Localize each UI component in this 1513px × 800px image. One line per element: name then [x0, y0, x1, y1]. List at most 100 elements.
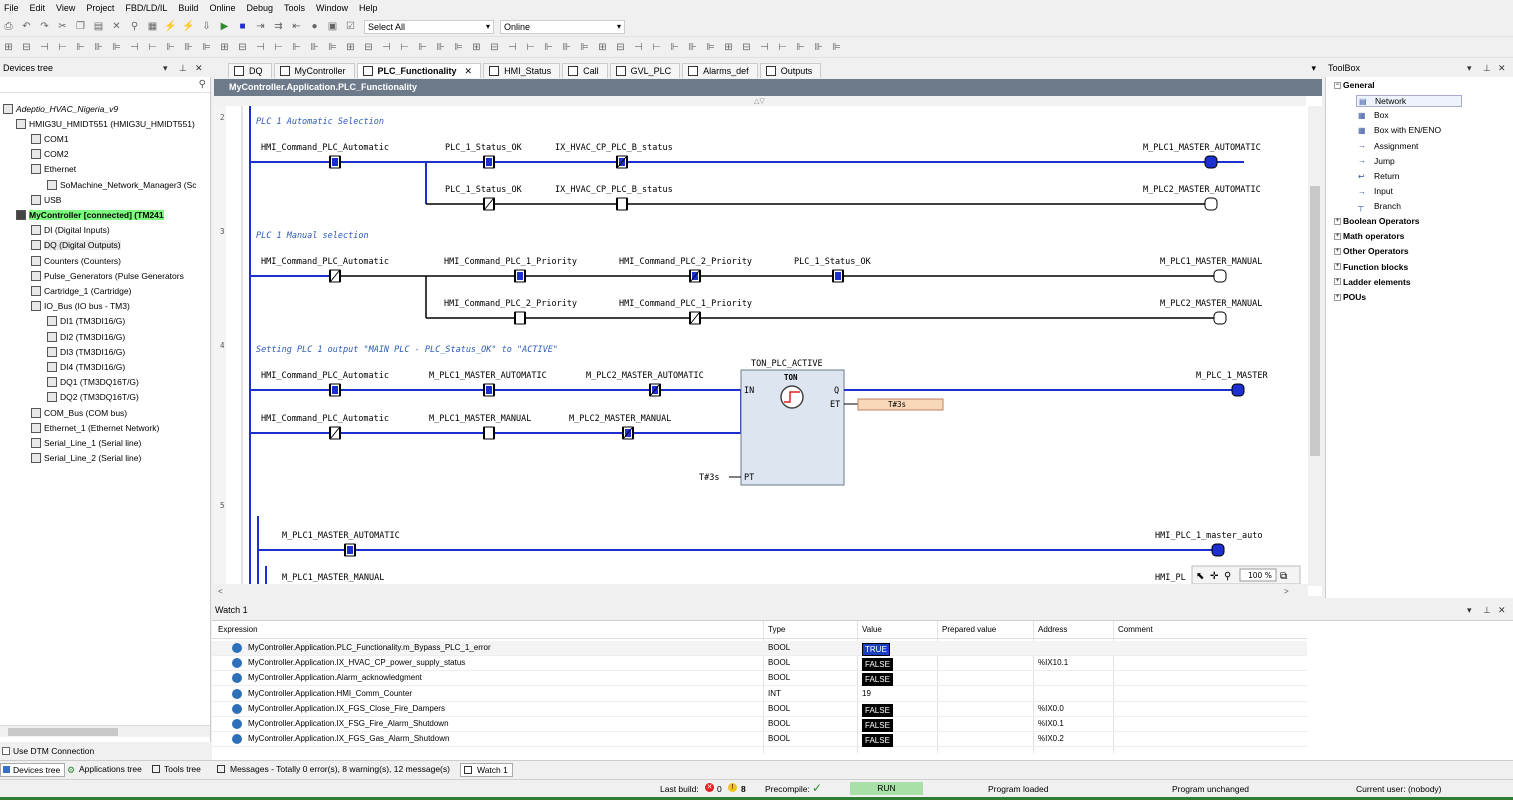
ladder-tool-icon[interactable]: ⊞: [218, 41, 231, 54]
ladder-tool-icon[interactable]: ⊢: [650, 41, 663, 54]
paste-icon[interactable]: ▤: [92, 20, 105, 33]
ladder-tool-icon[interactable]: ⊣: [632, 41, 645, 54]
timer-type[interactable]: TON: [784, 373, 798, 382]
watch-row[interactable]: MyController.Application.IX_FGS_Gas_Alar…: [212, 732, 1307, 748]
ladder-tool-icon[interactable]: ⊞: [722, 41, 735, 54]
login-icon[interactable]: ⚡: [164, 20, 177, 33]
ladder-tool-icon[interactable]: ⊫: [452, 41, 465, 54]
tab-devices-tree[interactable]: Devices tree: [0, 763, 66, 777]
tab-watch1[interactable]: Watch 1: [460, 763, 513, 777]
ladder-tool-icon[interactable]: ⊞: [2, 41, 15, 54]
ladder-tool-icon[interactable]: ⊢: [398, 41, 411, 54]
ladder-tool-icon[interactable]: ⊪: [812, 41, 825, 54]
tree-item[interactable]: DI3 (TM3DI16/G): [47, 344, 125, 359]
watch-row[interactable]: MyController.Application.PLC_Functionali…: [212, 641, 1307, 656]
ladder-tool-icon[interactable]: ⊩: [542, 41, 555, 54]
ladder-tool-icon[interactable]: ⊩: [74, 41, 87, 54]
close-tab-icon[interactable]: ✕: [465, 66, 473, 77]
watch-row[interactable]: MyController.Application.Alarm_acknowled…: [212, 671, 1307, 687]
tab-alarms_def[interactable]: Alarms_def: [682, 63, 758, 78]
tab-plc_functionality[interactable]: PLC_Functionality ✕: [356, 63, 482, 78]
coil-m-plc1-master-manual[interactable]: [1213, 269, 1227, 283]
watch-column-header[interactable]: Comment: [1118, 625, 1153, 634]
tree-item[interactable]: Cartridge_1 (Cartridge): [31, 283, 131, 298]
watch-row[interactable]: MyController.Application.IX_FSG_Fire_Ala…: [212, 717, 1307, 732]
ladder-tool-icon[interactable]: ⊟: [740, 41, 753, 54]
menu-debug[interactable]: Debug: [246, 3, 273, 13]
ladder-tool-icon[interactable]: ⊣: [38, 41, 51, 54]
ladder-tool-icon[interactable]: ⊫: [200, 41, 213, 54]
ladder-tool-icon[interactable]: ⊪: [560, 41, 573, 54]
contact-plc1-ok-state[interactable]: [835, 272, 841, 280]
logout-icon[interactable]: ⚡: [182, 20, 195, 33]
tree-item[interactable]: DI1 (TM3DI16/G): [47, 314, 125, 329]
tree-item[interactable]: Pulse_Generators (Pulse Generators: [31, 268, 184, 283]
step-out-icon[interactable]: ⇤: [290, 20, 303, 33]
tree-item[interactable]: DI2 (TM3DI16/G): [47, 329, 125, 344]
ladder-tool-icon[interactable]: ⊪: [92, 41, 105, 54]
coil-m-plc2-master-manual[interactable]: [1213, 311, 1227, 325]
watch-column-header[interactable]: Address: [1038, 625, 1067, 634]
tab-dq[interactable]: DQ: [228, 63, 272, 78]
tab-tools-tree[interactable]: Tools tree: [150, 763, 205, 777]
ladder-tool-icon[interactable]: ⊪: [434, 41, 447, 54]
start-icon[interactable]: ▶: [218, 20, 231, 33]
expand-icon[interactable]: +: [1334, 217, 1341, 225]
online-dropdown[interactable]: Online: [500, 19, 625, 34]
ladder-tool-icon[interactable]: ⊟: [362, 41, 375, 54]
menu-build[interactable]: Build: [178, 3, 198, 13]
pin-icon[interactable]: ⊥: [1483, 605, 1491, 616]
contact-plc2-priority-body[interactable]: [514, 311, 526, 325]
ladder-tool-icon[interactable]: ⊢: [776, 41, 789, 54]
menu-view[interactable]: View: [56, 3, 75, 13]
tree-item[interactable]: DQ2 (TM3DQ16T/G): [47, 390, 139, 405]
ladder-tool-icon[interactable]: ⊣: [128, 41, 141, 54]
contact-m-plc1-master-auto-state[interactable]: [486, 386, 492, 394]
ladder-tool-icon[interactable]: ⊟: [488, 41, 501, 54]
watch-row[interactable]: MyController.Application.IX_HVAC_CP_powe…: [212, 656, 1307, 672]
cut-icon[interactable]: ✂: [56, 20, 69, 33]
menu-file[interactable]: File: [4, 3, 19, 13]
tab-gvl_plc[interactable]: GVL_PLC: [609, 63, 681, 78]
menu-online[interactable]: Online: [209, 3, 235, 13]
toolbox-item-assignment[interactable]: → Assignment: [1358, 141, 1418, 151]
toolbox-item-jump[interactable]: → Jump: [1358, 156, 1395, 166]
toolbox-general[interactable]: − General: [1334, 80, 1375, 90]
tree-item[interactable]: IO_Bus (IO bus - TM3): [31, 299, 130, 314]
use-dtm-checkbox[interactable]: [2, 746, 10, 755]
contact-plc1-ok-state[interactable]: [486, 158, 492, 166]
tree-item[interactable]: SoMachine_Network_Manager3 (Sc: [47, 177, 197, 192]
toolbox-item-input[interactable]: → Input: [1358, 186, 1393, 196]
menu-window[interactable]: Window: [316, 3, 348, 13]
ladder-tool-icon[interactable]: ⊞: [596, 41, 609, 54]
ladder-tool-icon[interactable]: ⊩: [290, 41, 303, 54]
tree-item[interactable]: COM1: [31, 131, 69, 146]
expand-icon[interactable]: +: [1334, 263, 1341, 271]
ladder-tool-icon[interactable]: ⊪: [308, 41, 321, 54]
tree-item[interactable]: DQ (Digital Outputs): [31, 238, 121, 253]
tree-item[interactable]: Adeptio_HVAC_Nigeria_v9: [3, 101, 118, 116]
toolbox-item-box[interactable]: ▦ Box: [1358, 110, 1389, 120]
tabs-dropdown-icon[interactable]: ▾: [1311, 63, 1316, 74]
stop-icon[interactable]: ■: [236, 20, 249, 33]
tree-item[interactable]: DI4 (TM3DI16/G): [47, 359, 125, 374]
tree-item[interactable]: DQ1 (TM3DQ16T/G): [47, 375, 139, 390]
delete-icon[interactable]: ✕: [110, 20, 123, 33]
tree-item[interactable]: DI (Digital Inputs): [31, 223, 110, 238]
coil-hmi-plc1-master-auto[interactable]: [1211, 543, 1225, 557]
build-icon[interactable]: ▦: [146, 20, 159, 33]
contact-hmi-auto-state[interactable]: [332, 386, 338, 394]
ladder-tool-icon[interactable]: ⊞: [344, 41, 357, 54]
timer-pt-value[interactable]: T#3s: [699, 473, 719, 483]
ladder-tool-icon[interactable]: ⊢: [524, 41, 537, 54]
ladder-tool-icon[interactable]: ⊩: [668, 41, 681, 54]
tree-horizontal-scrollbar[interactable]: [0, 725, 210, 737]
dropdown-icon[interactable]: ▾: [163, 63, 168, 74]
coil-m-plc-1-master[interactable]: [1231, 383, 1245, 397]
watch-row[interactable]: MyController.Application.IX_FGS_Close_Fi…: [212, 702, 1307, 717]
ladder-tool-icon[interactable]: ⊩: [794, 41, 807, 54]
step-icon[interactable]: ⇥: [254, 20, 267, 33]
watch-column-header[interactable]: Expression: [218, 625, 258, 634]
tree-item[interactable]: COM_Bus (COM bus): [31, 405, 127, 420]
tree-item[interactable]: Ethernet: [31, 162, 76, 177]
